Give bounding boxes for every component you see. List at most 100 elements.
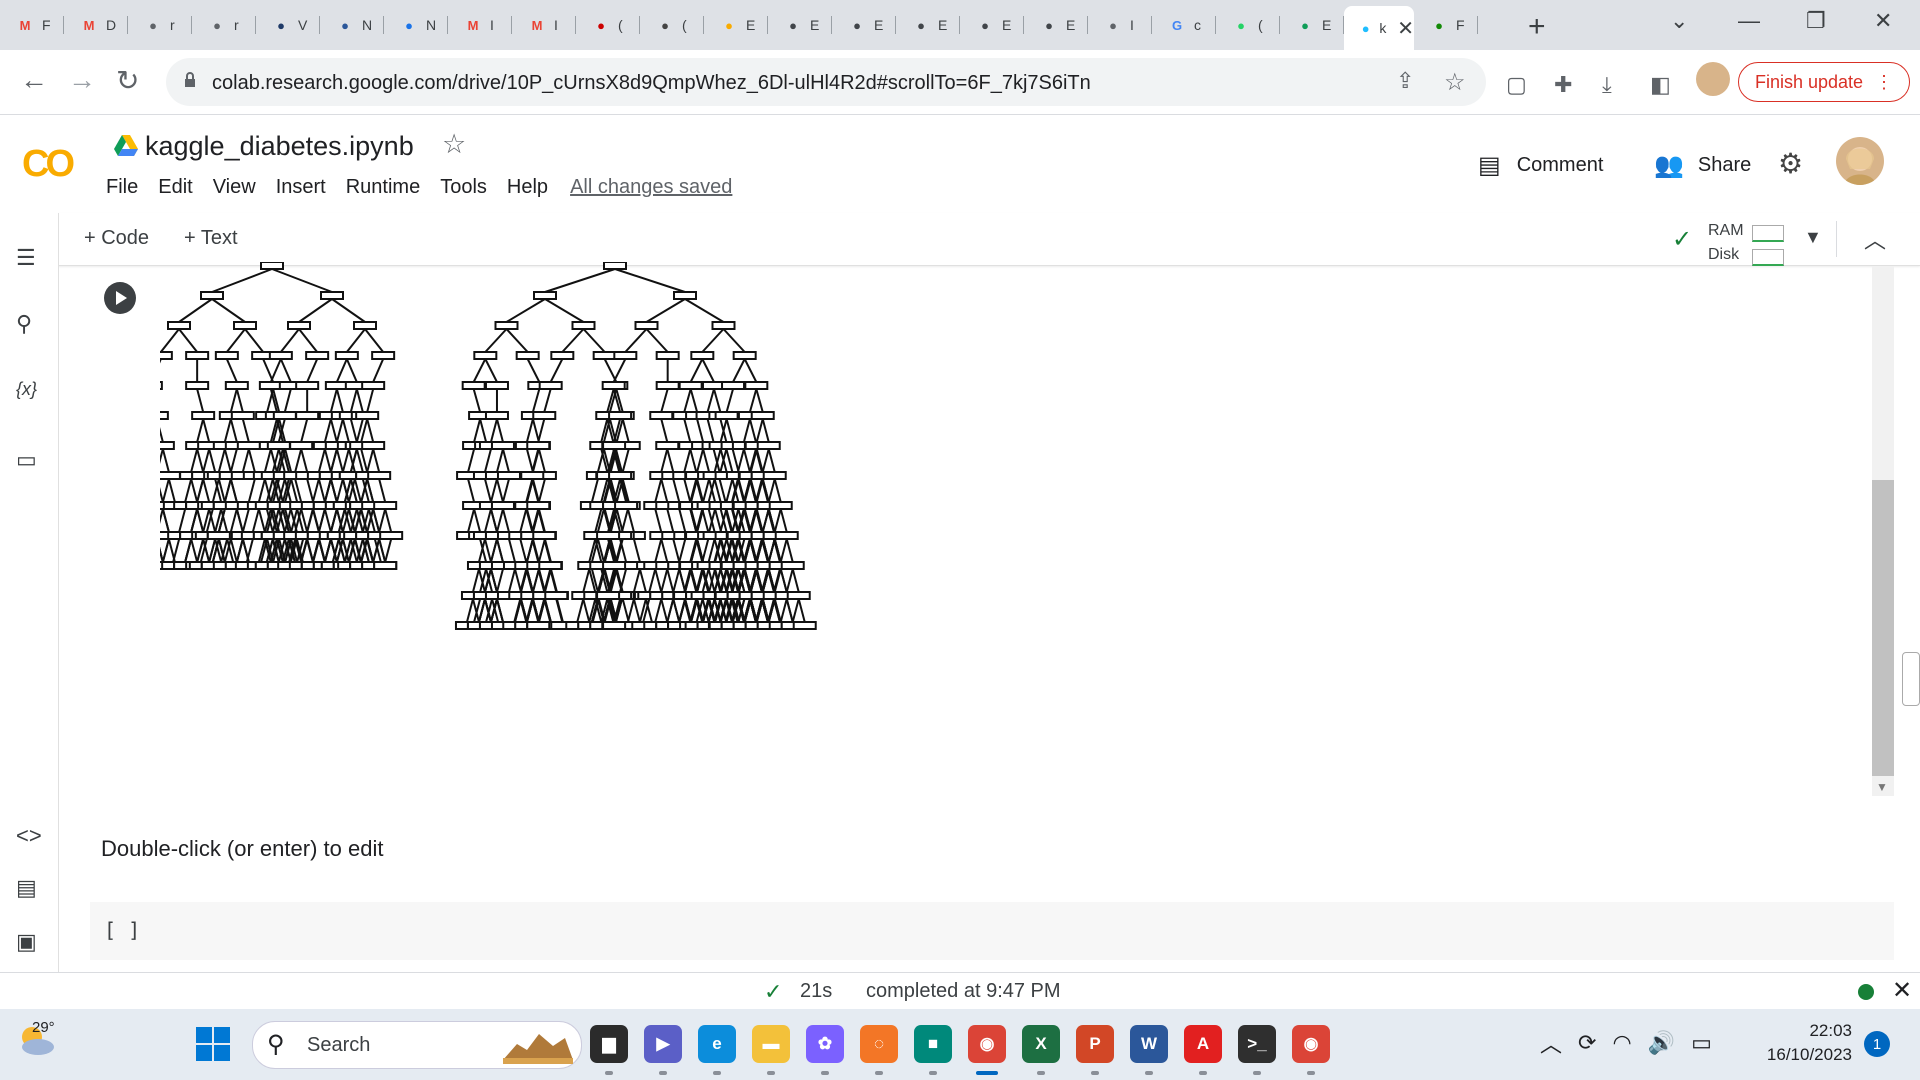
tab-close-icon[interactable]: ✕ (1397, 16, 1414, 41)
browser-tab[interactable]: ● F (1414, 8, 1478, 42)
notebook-title[interactable]: kaggle_diabetes.ipynb (145, 131, 414, 162)
window-close-icon[interactable]: ✕ (1874, 8, 1892, 34)
volume-icon[interactable]: 🔊 (1648, 1030, 1675, 1056)
wifi-icon[interactable]: ◠ (1612, 1030, 1631, 1056)
variables-icon[interactable]: {x} (16, 379, 37, 400)
notification-badge[interactable]: 1 (1864, 1031, 1890, 1057)
finish-update-button[interactable]: Finish update ⋮ (1738, 62, 1910, 102)
side-panel-icon[interactable]: ◧ (1650, 72, 1671, 98)
code-cell-prompt[interactable]: [ ] (104, 918, 140, 942)
download-icon[interactable]: ⤓ (1602, 72, 1612, 98)
clock[interactable]: 22:03 16/10/2023 (1752, 1019, 1852, 1067)
browser-tab[interactable]: ● r (192, 8, 256, 42)
resize-handle[interactable] (1902, 652, 1920, 706)
browser-tab[interactable]: ● N (384, 8, 448, 42)
menu-file[interactable]: File (106, 176, 138, 199)
copilot-icon[interactable]: ✿ (806, 1025, 844, 1075)
menu-help[interactable]: Help (507, 176, 548, 199)
terminal-icon[interactable]: >_ (1238, 1025, 1276, 1075)
acrobat-icon[interactable]: A (1184, 1025, 1222, 1075)
resource-monitor[interactable]: RAM Disk (1708, 219, 1784, 267)
minimize-icon[interactable]: — (1738, 8, 1760, 34)
browser-tab[interactable]: ● E (704, 8, 768, 42)
folder-icon[interactable]: ▭ (16, 447, 37, 473)
browser-tab[interactable]: ● I (1088, 8, 1152, 42)
show-hidden-icons-icon[interactable]: ︿ (1540, 1027, 1562, 1059)
browser-tab[interactable]: ● E (1024, 8, 1088, 42)
browser-tab[interactable]: ● r (128, 8, 192, 42)
file-explorer-icon[interactable]: ▬ (752, 1025, 790, 1075)
browser-tab[interactable]: ●( (576, 8, 640, 42)
text-cell[interactable]: Double-click (or enter) to edit (101, 836, 383, 862)
menu-runtime[interactable]: Runtime (346, 176, 420, 199)
command-palette-icon[interactable]: ▤ (16, 875, 37, 901)
sync-icon[interactable]: ⟳ (1578, 1030, 1596, 1056)
extensions-puzzle-icon[interactable]: ✚ (1554, 72, 1572, 98)
edge-icon[interactable]: e (698, 1025, 736, 1075)
taskbar-search[interactable]: ⚲ Search (252, 1021, 582, 1069)
comment-button[interactable]: ▤ Comment (1478, 151, 1603, 180)
browser-tab[interactable]: ● k ✕ (1344, 6, 1414, 50)
add-text-button[interactable]: + Text (184, 227, 238, 250)
colab-logo[interactable]: CO (22, 143, 75, 186)
back-icon[interactable]: ← (20, 64, 48, 96)
restore-icon[interactable]: ❐ (1806, 8, 1826, 34)
browser-tab[interactable]: ● V (256, 8, 320, 42)
avatar[interactable] (1836, 137, 1884, 185)
search-icon[interactable]: ⚲ (16, 311, 32, 337)
browser-tab[interactable]: MI (512, 8, 576, 42)
browser-tab[interactable]: ● E (896, 8, 960, 42)
chrome-icon[interactable]: ◉ (968, 1025, 1006, 1075)
resource-dropdown-icon[interactable]: ▼ (1804, 227, 1822, 248)
menu-tools[interactable]: Tools (440, 176, 487, 199)
chrome-profile-icon[interactable]: ◉ (1292, 1025, 1330, 1075)
browser-tab[interactable]: MD (64, 8, 128, 42)
browser-tab[interactable]: Gc (1152, 8, 1216, 42)
scroll-down-icon[interactable]: ▼ (1876, 780, 1888, 794)
execution-duration[interactable]: 21s (800, 980, 832, 1003)
save-status-link[interactable]: All changes saved (570, 176, 732, 199)
profile-avatar[interactable] (1696, 62, 1730, 96)
star-icon[interactable]: ☆ (442, 129, 466, 160)
browser-tab[interactable]: ●( (640, 8, 704, 42)
browser-tab[interactable]: MI (448, 8, 512, 42)
meet-icon[interactable]: ■ (914, 1025, 952, 1075)
share-page-icon[interactable]: ⇪ (1396, 68, 1414, 94)
excel-icon[interactable]: X (1022, 1025, 1060, 1075)
new-tab-button[interactable]: + (1528, 10, 1546, 44)
reload-icon[interactable]: ↻ (116, 64, 139, 97)
terminal-icon[interactable]: ▣ (16, 929, 37, 955)
close-icon[interactable]: ✕ (1892, 976, 1912, 1005)
bookmark-star-icon[interactable]: ☆ (1444, 68, 1466, 97)
output-scroll-thumb[interactable] (1872, 480, 1894, 776)
tab-search-icon[interactable]: ⌄ (1670, 8, 1688, 34)
execution-completed[interactable]: completed at 9:47 PM (866, 980, 1061, 1003)
forward-icon[interactable]: → (68, 64, 96, 96)
run-cell-button[interactable] (104, 282, 136, 314)
table-of-contents-icon[interactable]: ☰ (16, 245, 36, 271)
collapse-chevron-icon[interactable]: ︿ (1864, 223, 1886, 255)
jupyter-icon[interactable]: ◌ (860, 1025, 898, 1075)
browser-tab[interactable]: ● E (1280, 8, 1344, 42)
windows-start-icon[interactable] (196, 1027, 230, 1061)
menu-view[interactable]: View (213, 176, 256, 199)
browser-tab[interactable]: ● N (320, 8, 384, 42)
menu-insert[interactable]: Insert (276, 176, 326, 199)
browser-tab[interactable]: ● E (960, 8, 1024, 42)
code-snippets-icon[interactable]: <> (16, 823, 42, 849)
browser-tab[interactable]: ● E (832, 8, 896, 42)
menu-edit[interactable]: Edit (158, 176, 192, 199)
word-icon[interactable]: W (1130, 1025, 1168, 1075)
share-button[interactable]: 👥 Share (1654, 151, 1751, 180)
gear-icon[interactable]: ⚙ (1778, 147, 1803, 180)
browser-tab[interactable]: ● E (768, 8, 832, 42)
code-cell[interactable]: [ ] (90, 902, 1894, 960)
extension-badge-icon[interactable]: ▢ (1506, 72, 1527, 98)
address-bar[interactable]: colab.research.google.com/drive/10P_cUrn… (166, 58, 1486, 106)
task-view-icon[interactable]: ▆ (590, 1025, 628, 1075)
add-code-button[interactable]: + Code (84, 227, 149, 250)
browser-tab[interactable]: ●( (1216, 8, 1280, 42)
browser-tab[interactable]: MF (0, 8, 64, 42)
teams-icon[interactable]: ▶ (644, 1025, 682, 1075)
battery-icon[interactable]: ▭ (1691, 1030, 1712, 1056)
